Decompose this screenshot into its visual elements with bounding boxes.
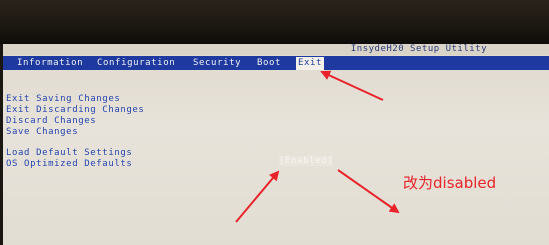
arrow-to-annotation [337, 169, 400, 214]
arrow-to-enabled-value [235, 170, 280, 223]
arrow-to-exit-tab [320, 70, 384, 101]
annotation-arrows [235, 70, 400, 223]
annotation-change-to-disabled: 改为disabled [403, 174, 497, 192]
